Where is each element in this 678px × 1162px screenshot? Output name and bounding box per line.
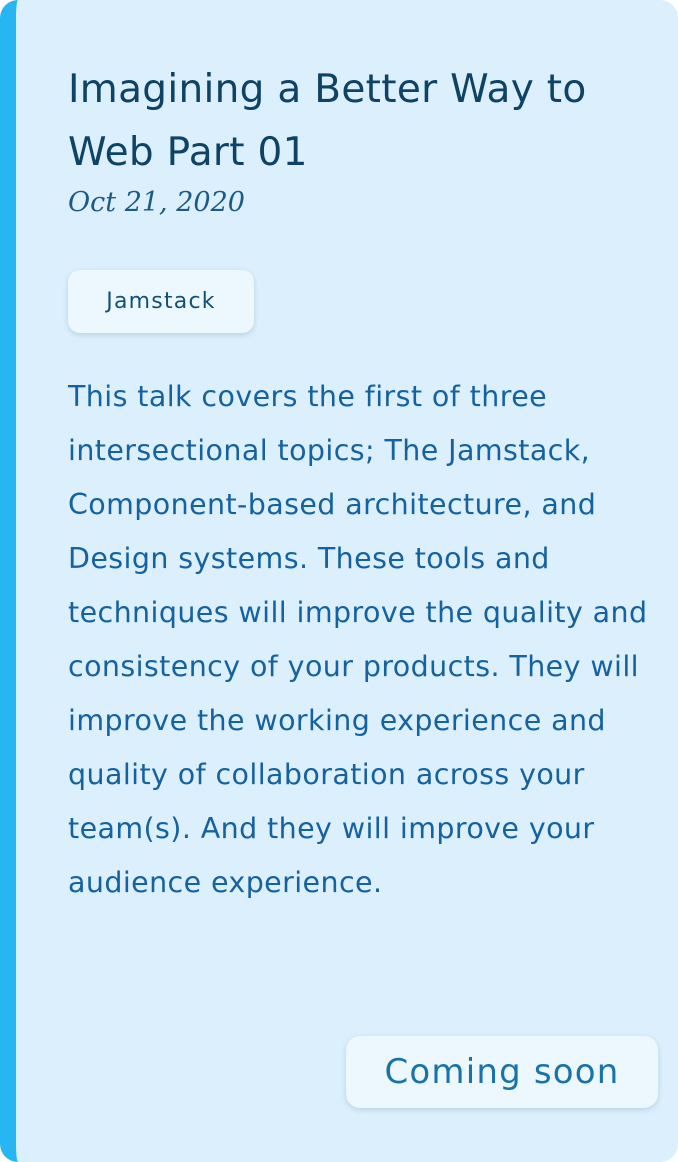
talk-card: Imagining a Better Way to Web Part 01 Oc…: [0, 0, 678, 1162]
tag-badge-jamstack[interactable]: Jamstack: [68, 270, 254, 333]
talk-date: Oct 21, 2020: [68, 187, 245, 218]
talk-description: This talk covers the first of three inte…: [68, 380, 648, 899]
coming-soon-button[interactable]: Coming soon: [346, 1036, 658, 1108]
talk-title: Imagining a Better Way to Web Part 01: [68, 67, 587, 175]
